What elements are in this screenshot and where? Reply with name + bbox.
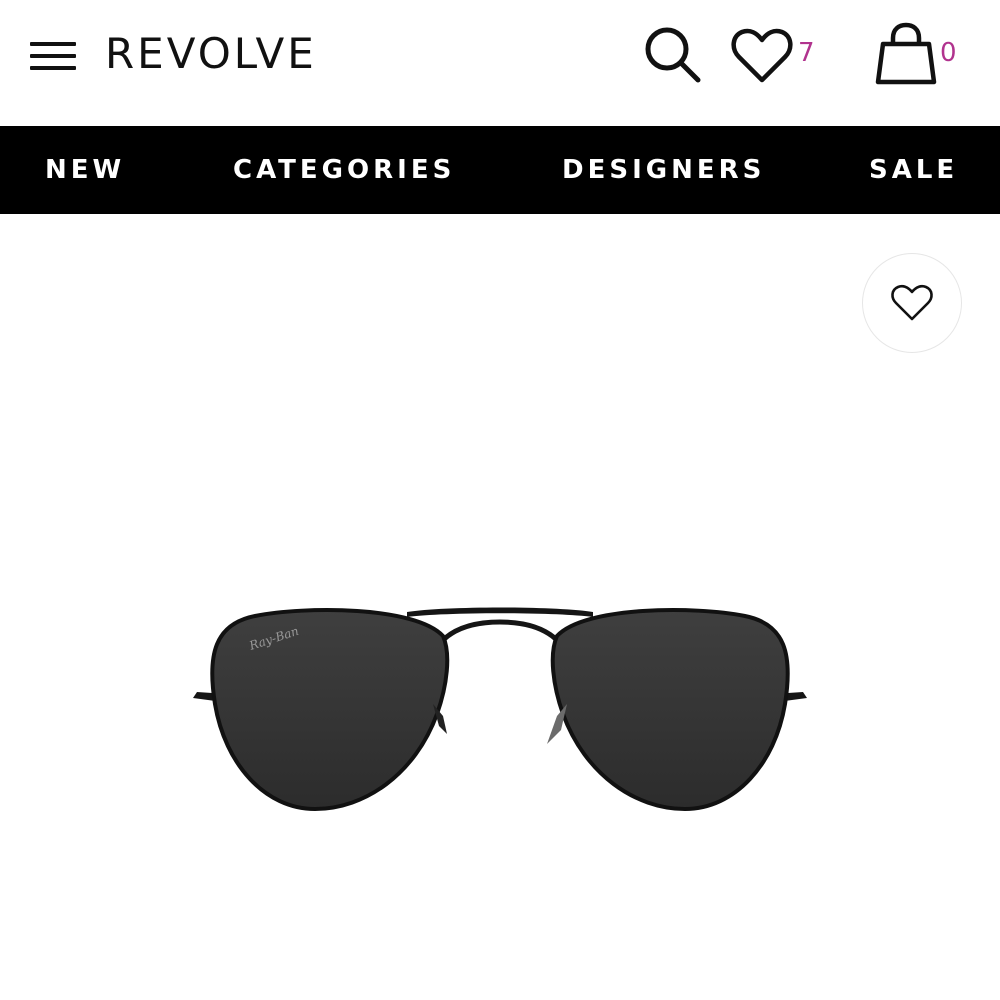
search-button[interactable] bbox=[640, 24, 706, 86]
heart-outline-icon bbox=[891, 284, 933, 321]
nav-item-categories[interactable]: CATEGORIES bbox=[233, 126, 455, 214]
nav-item-sale[interactable]: SALE bbox=[869, 126, 958, 214]
add-to-wishlist-button[interactable] bbox=[862, 253, 962, 353]
heart-icon bbox=[731, 28, 793, 83]
menu-icon-bar bbox=[30, 42, 76, 46]
bag-icon bbox=[875, 22, 937, 85]
nav-item-new[interactable]: NEW bbox=[45, 126, 125, 214]
right-nose-pad bbox=[547, 704, 567, 744]
category-nav: NEW CATEGORIES DESIGNERS SALE bbox=[0, 126, 1000, 214]
top-bar bbox=[407, 607, 593, 617]
product-image-sunglasses[interactable]: Ray-Ban bbox=[185, 594, 815, 824]
nav-item-designers[interactable]: DESIGNERS bbox=[562, 126, 765, 214]
nose-bridge bbox=[441, 619, 559, 642]
site-logo[interactable]: REVOLVE bbox=[105, 28, 317, 80]
menu-button[interactable] bbox=[30, 38, 78, 74]
menu-icon-bar bbox=[30, 66, 76, 70]
top-header: REVOLVE 7 0 bbox=[0, 0, 1000, 126]
menu-icon-bar bbox=[30, 54, 76, 58]
right-lens bbox=[550, 608, 790, 812]
wishlist-button[interactable]: 7 bbox=[730, 26, 824, 88]
shopping-bag-button[interactable]: 0 bbox=[873, 22, 965, 88]
search-icon bbox=[645, 27, 701, 83]
bag-count: 0 bbox=[940, 38, 957, 68]
wishlist-count: 7 bbox=[798, 38, 815, 68]
product-area: Ray-Ban bbox=[0, 214, 1000, 1000]
